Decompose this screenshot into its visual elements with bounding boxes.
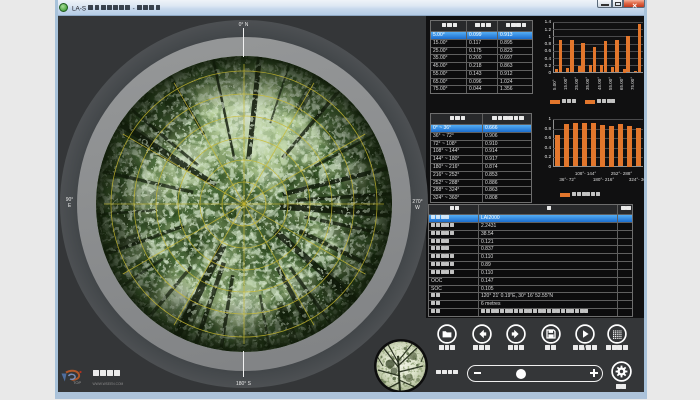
svg-text:TOP: TOP <box>73 380 81 385</box>
